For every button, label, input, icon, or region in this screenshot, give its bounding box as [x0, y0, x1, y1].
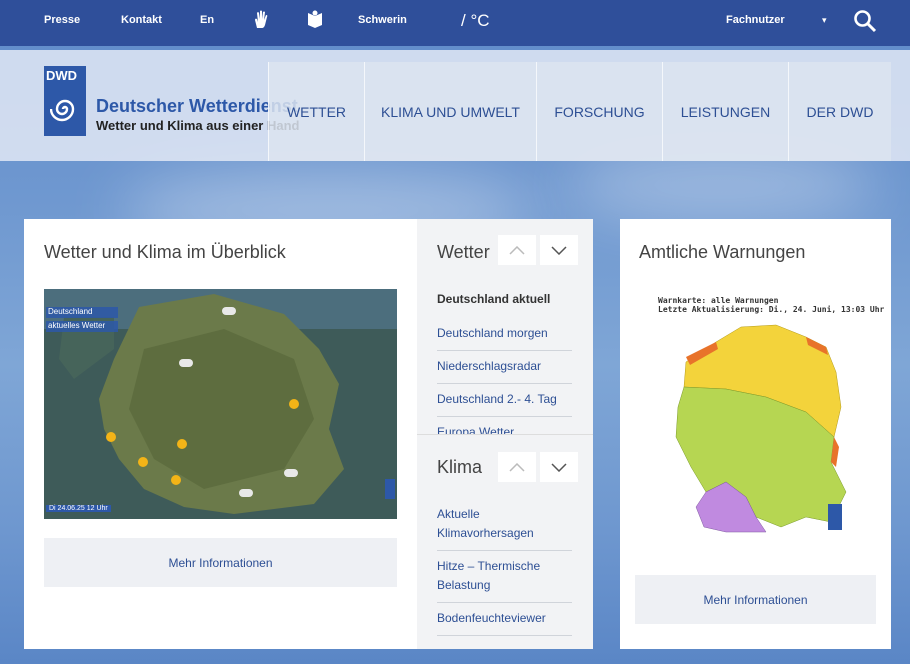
dwd-logo[interactable]: DWD	[44, 66, 86, 136]
sun-icon	[171, 475, 181, 485]
overview-more-button[interactable]: Mehr Informationen	[44, 538, 397, 587]
wetter-list-item[interactable]: Niederschlagsradar	[437, 357, 572, 384]
warning-map-image	[675, 324, 847, 533]
klima-scroll-up-button[interactable]	[498, 452, 536, 482]
wetter-list-item[interactable]: Deutschland aktuell	[437, 290, 572, 317]
sun-icon	[289, 399, 299, 409]
map-region-label: Deutschland	[48, 307, 93, 316]
temperature-unit: / °C	[461, 11, 490, 30]
sun-icon	[138, 457, 148, 467]
chevron-up-icon	[509, 462, 525, 472]
chevron-down-icon	[551, 245, 567, 255]
chevron-up-icon	[509, 245, 525, 255]
dwd-mini-logo	[385, 479, 395, 499]
wetter-list-item[interactable]: Deutschland 2.- 4. Tag	[437, 390, 572, 417]
cloud-icon	[239, 489, 253, 497]
main-navigation: WETTER KLIMA UND UMWELT FORSCHUNG LEISTU…	[268, 62, 891, 161]
nav-item-klima[interactable]: KLIMA UND UMWELT	[364, 62, 536, 161]
logo-abbreviation: DWD	[46, 68, 78, 83]
weather-map[interactable]: Deutschland aktuelles Wetter Di 24.06.25…	[44, 289, 397, 519]
sign-language-icon[interactable]	[253, 10, 271, 33]
swirl-icon	[50, 99, 75, 122]
chevron-down-icon[interactable]: ▾	[822, 15, 827, 26]
sun-icon	[177, 439, 187, 449]
warnings-title: Amtliche Warnungen	[639, 242, 806, 262]
cloud-icon	[284, 469, 298, 477]
nav-item-leistungen[interactable]: LEISTUNGEN	[662, 62, 788, 161]
cloud-icon	[179, 359, 193, 367]
top-bar: Presse Kontakt En Schwerin / °C Fachnutz…	[0, 0, 910, 46]
warnings-panel: Amtliche Warnungen Warnkarte: alle Warnu…	[620, 219, 891, 649]
user-type-select[interactable]: Fachnutzer	[726, 14, 785, 26]
nav-item-der-dwd[interactable]: DER DWD	[788, 62, 891, 161]
nav-item-forschung[interactable]: FORSCHUNG	[536, 62, 662, 161]
presse-link[interactable]: Presse	[44, 14, 80, 26]
dwd-mini-logo	[828, 504, 842, 530]
warning-map-update: Letzte Aktualisierung: Di., 24. Juni, 13…	[658, 305, 885, 314]
wetter-list-item[interactable]: Europa Wetter	[437, 423, 572, 434]
site-header: DWD Deutscher Wetterdienst Wetter und Kl…	[0, 50, 910, 161]
warning-map[interactable]: Warnkarte: alle Warnungen Letzte Aktuali…	[656, 289, 884, 544]
chevron-down-icon	[551, 462, 567, 472]
klima-list-item[interactable]: Hitze – Thermische Belastung	[437, 557, 572, 603]
klima-section-title: Klima	[437, 457, 483, 477]
klima-list-item[interactable]: Aktuelle Klimavorhersagen	[437, 505, 572, 551]
kontakt-link[interactable]: Kontakt	[121, 14, 162, 26]
nav-item-wetter[interactable]: WETTER	[268, 62, 364, 161]
section-divider	[417, 434, 593, 435]
location-link[interactable]: Schwerin	[358, 14, 407, 26]
map-timestamp: Di 24.06.25 12 Uhr	[46, 505, 111, 512]
overview-title: Wetter und Klima im Überblick	[44, 242, 286, 262]
wetter-scroll-up-button[interactable]	[498, 235, 536, 265]
easy-language-icon[interactable]	[307, 10, 323, 33]
wetter-list-item[interactable]: Deutschland morgen	[437, 324, 572, 351]
warning-map-title: Warnkarte: alle Warnungen	[658, 296, 779, 305]
overview-sidebar: Wetter Deutschland aktuell Deutschland m…	[417, 219, 593, 649]
language-link[interactable]: En	[200, 14, 214, 26]
wetter-scroll-down-button[interactable]	[540, 235, 578, 265]
search-icon[interactable]	[853, 9, 877, 36]
cloud-icon	[222, 307, 236, 315]
map-kind-label: aktuelles Wetter	[48, 321, 106, 330]
overview-panel: Wetter und Klima im Überblick Deutschlan…	[24, 219, 593, 649]
warnings-more-button[interactable]: Mehr Informationen	[635, 575, 876, 624]
klima-list-item[interactable]: Bodenfeuchteviewer	[437, 609, 572, 636]
sun-icon	[106, 432, 116, 442]
klima-scroll-down-button[interactable]	[540, 452, 578, 482]
wetter-section-title: Wetter	[437, 242, 490, 262]
